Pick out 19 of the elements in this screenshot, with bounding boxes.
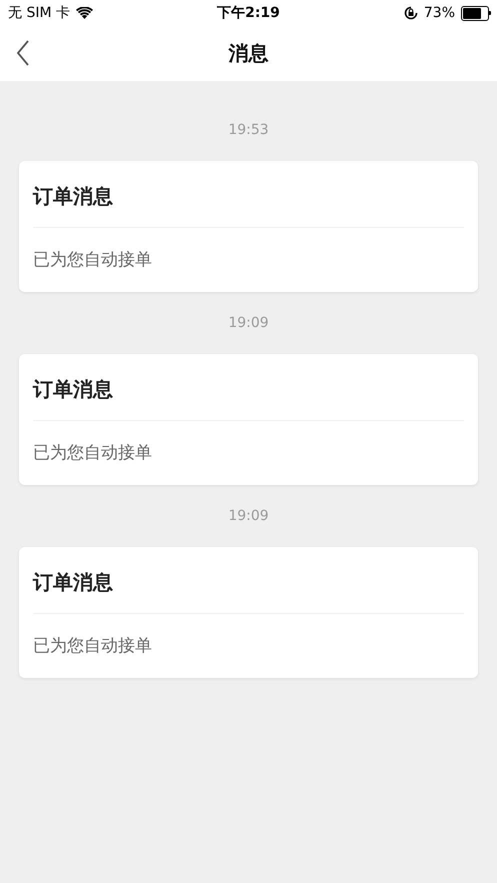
clock-text: 下午2:19 [217, 4, 280, 22]
carrier-text: 无 SIM 卡 [8, 4, 70, 22]
message-body: 已为您自动接单 [33, 249, 153, 272]
message-body: 已为您自动接单 [33, 635, 153, 658]
message-title: 订单消息 [33, 354, 464, 421]
message-title: 订单消息 [33, 161, 464, 228]
message-body: 已为您自动接单 [33, 442, 153, 465]
message-card[interactable]: 订单消息 已为您自动接单 [19, 547, 478, 678]
rotation-lock-icon [404, 6, 418, 20]
message-time: 19:09 [227, 507, 270, 526]
message-card[interactable]: 订单消息 已为您自动接单 [19, 161, 478, 292]
message-time: 19:53 [227, 121, 270, 140]
wifi-icon [76, 7, 93, 19]
message-title: 订单消息 [33, 547, 464, 614]
battery-percent: 73% [424, 5, 455, 21]
message-time: 19:09 [227, 314, 270, 333]
message-card[interactable]: 订单消息 已为您自动接单 [19, 354, 478, 485]
page-title: 消息 [228, 40, 268, 67]
battery-icon [461, 6, 491, 20]
